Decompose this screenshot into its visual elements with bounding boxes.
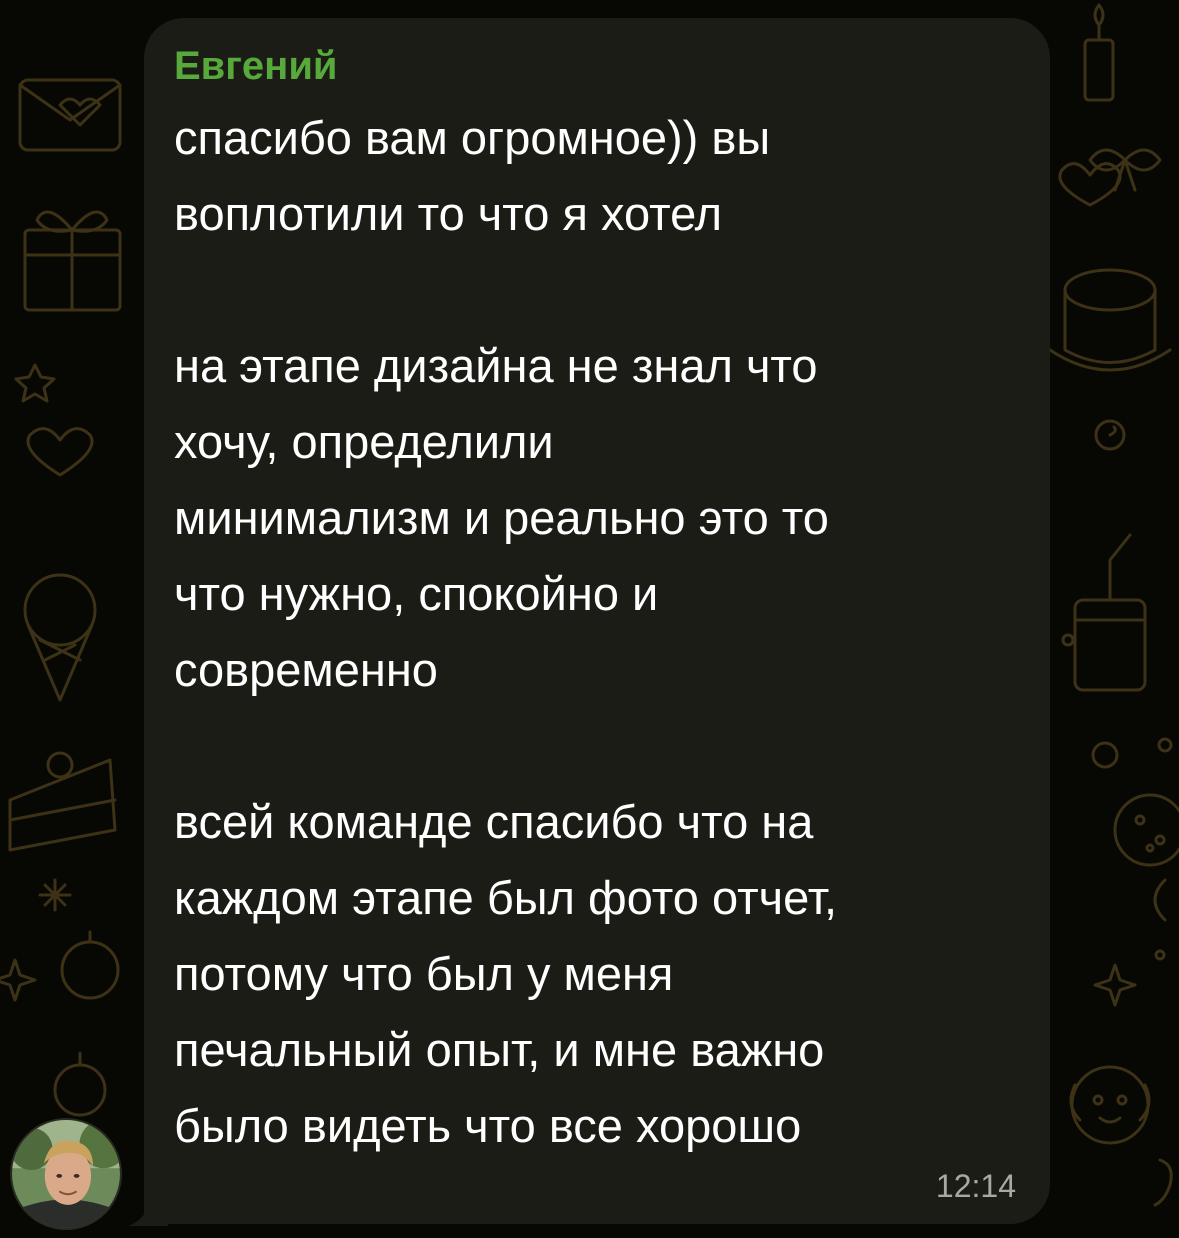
snowflake-doodle [38,878,72,912]
sender-avatar[interactable] [10,1118,122,1230]
ice-cream-doodle [23,573,97,702]
envelope-heart-doodle [18,78,122,152]
message-timestamp: 12:14 [935,1168,1016,1204]
message-line: что нужно, спокойно и [174,567,659,620]
message-line: печальный опыт, и мне важно [174,1023,825,1076]
puppy-doodle [1069,1065,1151,1145]
user-photo-avatar-icon [12,1120,120,1228]
message-text: спасибо вам огромное)) вы воплотили то ч… [174,100,1034,1164]
moon-doodle [1153,878,1167,961]
message-line: современно [174,643,438,696]
cup-doodle [1073,533,1147,692]
cookie-doodle [1113,793,1179,867]
message-line: хочу, определили [174,415,554,468]
message-line: спасибо вам огромное)) вы [174,111,771,164]
sparkle-right-doodle [1093,963,1137,1007]
small-candy-doodle [1153,1158,1173,1207]
message-line: каждом этапе был фото отчет, [174,871,838,924]
sparkle-doodle [0,958,37,1002]
message-line: минимализм и реально это то [174,491,829,544]
message-line: потому что был у меня [174,947,674,1000]
candle-doodle [1083,3,1115,102]
message-line: на этапе дизайна не знал что [174,339,818,392]
message-bubble[interactable]: Евгений спасибо вам огромное)) вы воплот… [144,18,1050,1224]
ornament-doodle [53,930,120,1117]
star-doodle [14,363,56,403]
message-line: было видеть что все хорошо [174,1099,802,1152]
cake-slice-doodle [8,751,117,852]
circle-doodle [1061,633,1173,769]
message-line: воплотили то что я хотел [174,187,723,240]
bow-doodle [1088,148,1162,192]
gift-box-doodle [23,210,122,312]
heart-doodle [26,427,94,477]
message-line: всей команде спасибо что на [174,795,814,848]
top-hat-doodle [1048,268,1172,372]
swirl-doodle [1094,419,1126,451]
sender-name[interactable]: Евгений [174,42,338,90]
